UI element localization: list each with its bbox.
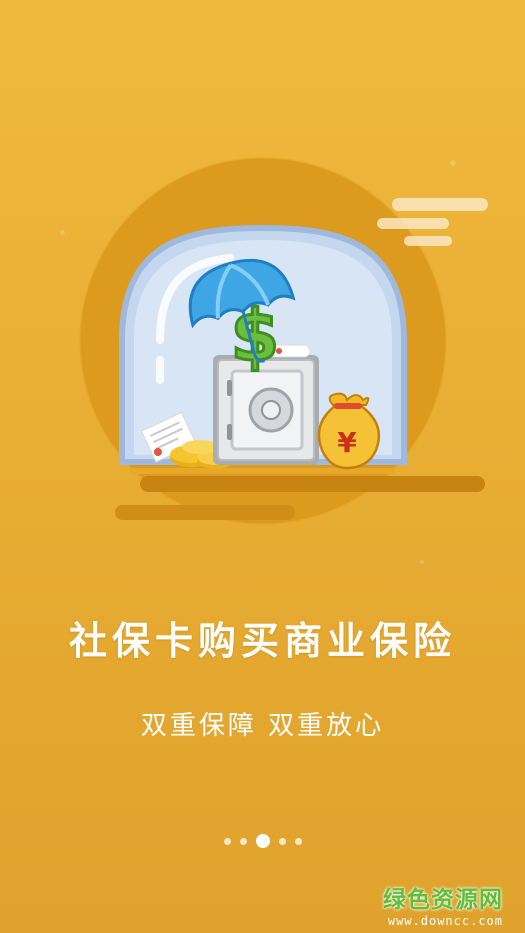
page-dot[interactable] (239, 837, 247, 845)
shelf (130, 468, 395, 474)
page-subline: 双重保障 双重放心 (140, 711, 385, 741)
background-sparkle (420, 560, 424, 564)
page-headline: 社保卡购买商业保险 (68, 619, 456, 663)
watermark-url: www.downcc.com (387, 914, 503, 928)
yuan-symbol: ¥ (337, 426, 357, 459)
watermark-brand: 绿色资源网 (383, 887, 503, 913)
watermark: 绿色资源网 www.downcc.com (383, 880, 503, 928)
insurance-illustration: $ ¥ (79, 157, 488, 525)
page-dot[interactable] (223, 837, 231, 845)
page-indicator[interactable] (0, 833, 525, 849)
page-dot[interactable] (278, 837, 286, 845)
page-dot[interactable] (294, 837, 302, 845)
page-dot-active[interactable] (255, 834, 270, 848)
